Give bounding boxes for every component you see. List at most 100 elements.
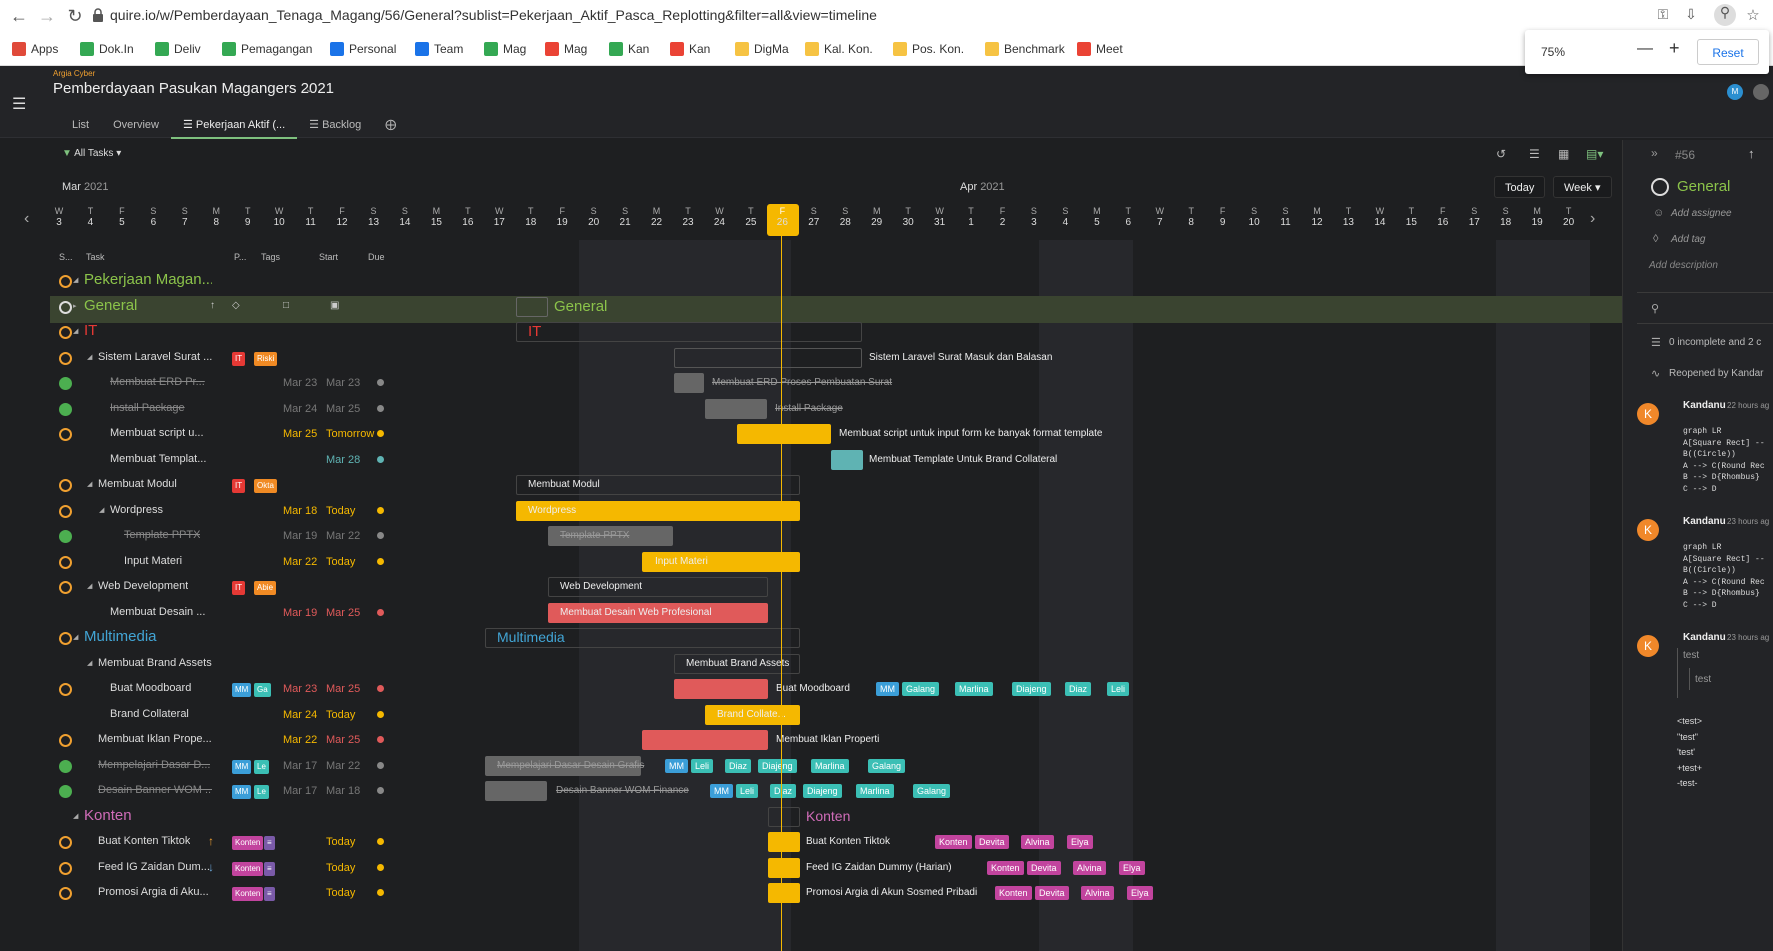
tag[interactable]: Abie [254,581,277,595]
day-12[interactable]: M 15 [426,205,446,229]
start-date[interactable]: Mar 24 [283,403,317,415]
bookmark-12[interactable]: Pos. Kon. [893,42,964,56]
due-date[interactable]: Today [326,836,355,848]
tag[interactable]: Konten [232,836,264,850]
col-start[interactable]: Start [319,252,338,262]
table-row[interactable]: Membuat Desain ... Mar 19 Mar 25 [50,600,412,626]
start-date[interactable]: Mar 22 [283,734,317,746]
star-icon[interactable]: ☆ [1742,6,1764,24]
reload-icon[interactable]: ↻ [64,6,86,27]
day-24[interactable]: S 27 [804,205,824,229]
assignee-chip[interactable]: Leli [736,784,759,798]
table-row[interactable]: Desain Banner WOM ... MM Le Mar 17 Mar 18 [50,778,412,804]
day-2[interactable]: F5 [112,205,132,229]
task-name[interactable]: General [84,297,137,314]
table-row[interactable]: Membuat ERD Pr... Mar 23 Mar 23 [50,370,412,396]
tag[interactable]: ≡ [264,861,275,876]
start-date[interactable]: Mar 23 [283,377,317,389]
assignee-chip[interactable]: Marlina [856,784,894,798]
task-name[interactable]: Template PPTX [124,529,200,541]
assignee-chip[interactable]: Devita [1027,860,1061,875]
start-date[interactable]: Mar 24 [283,709,317,721]
undo-icon[interactable]: ↺ [1496,147,1506,161]
tab-pekerjaan-aktif[interactable]: ☰ Pekerjaan Aktif (... [170,117,298,139]
tab-list[interactable]: List [60,117,101,139]
tab-overview[interactable]: Overview [101,117,171,139]
bookmark-8[interactable]: Kan [609,42,649,56]
expand-icon[interactable]: ◢ [87,582,92,590]
tag[interactable]: ≡ [264,836,275,850]
table-row[interactable]: ◢ Pekerjaan Magan... [50,268,412,294]
due-date[interactable]: Today [326,862,355,874]
day-16[interactable]: F 19 [552,205,572,229]
day-3[interactable]: S6 [143,205,163,229]
task-bar[interactable] [485,781,547,801]
project-title[interactable]: Pemberdayaan Pasukan Magangers 2021 [53,80,334,97]
status-icon[interactable] [59,683,72,696]
day-0[interactable]: W3 [49,205,69,229]
calendar-icon[interactable]: ▣ [330,300,339,311]
assignee-chip[interactable]: Elya [1127,886,1153,900]
bookmark-0[interactable]: Apps [12,42,58,56]
list-icon[interactable]: ☰ [1529,147,1540,161]
day-22[interactable]: T 25 [741,205,761,229]
assignee-chip[interactable]: Konten [987,860,1024,875]
task-name[interactable]: Pekerjaan Magan... [84,271,212,288]
assignee-chip[interactable]: Alvina [1081,886,1114,900]
zoom-in-button[interactable]: + [1669,38,1680,59]
assignee-chip[interactable]: MM [665,758,688,773]
status-icon[interactable] [59,300,72,314]
table-row[interactable]: Input Materi Mar 22 Today [50,549,412,575]
day-20[interactable]: T 23 [678,205,698,229]
tag[interactable]: Ga [254,683,271,697]
day-44[interactable]: F 16 [1433,205,1453,229]
day-14[interactable]: W 17 [489,205,509,229]
task-bar[interactable] [831,449,863,470]
due-date[interactable]: Today [326,556,355,568]
expand-icon[interactable]: ◢ [73,276,78,284]
task-name[interactable]: Membuat ERD Pr... [110,376,205,388]
task-bar[interactable] [768,832,800,852]
col-tags[interactable]: Tags [261,252,280,262]
assignee-chip[interactable]: Marlina [955,682,993,696]
table-row[interactable]: Membuat script u... Mar 25 Tomorrow [50,421,412,447]
day-31[interactable]: S3 [1024,205,1044,229]
day-30[interactable]: F2 [993,205,1013,229]
col-status[interactable]: S... [59,252,73,262]
arrow-up-icon[interactable]: ↑ [1748,146,1755,161]
status-circle[interactable] [1651,178,1669,196]
task-name[interactable]: Sistem Laravel Surat ... [98,351,212,363]
menu-icon[interactable]: ☰ [12,94,26,114]
status-icon[interactable] [59,530,72,543]
assignee-chip[interactable]: Devita [975,835,1009,849]
table-row[interactable]: ◢ Multimedia [50,625,412,651]
assignee-chip[interactable]: Diajeng [803,784,842,798]
lock-icon[interactable] [92,8,104,22]
due-date[interactable]: Mar 22 [326,760,360,772]
bookmark-13[interactable]: Benchmark [985,42,1065,56]
task-name[interactable]: Install Package [110,402,185,414]
assignee-chip[interactable]: Diaz [725,758,752,773]
day-8[interactable]: T 11 [301,205,321,229]
group-bar[interactable] [516,296,548,317]
group-bar[interactable] [674,347,862,368]
day-38[interactable]: S 10 [1244,205,1264,229]
tag[interactable]: ≡ [264,887,275,901]
start-date[interactable]: Mar 17 [283,785,317,797]
day-33[interactable]: M5 [1087,205,1107,229]
start-date[interactable]: Mar 19 [283,530,317,542]
status-icon[interactable] [59,326,72,339]
day-27[interactable]: T 30 [898,205,918,229]
tag[interactable]: MM [232,759,252,774]
avatar[interactable]: M [1727,84,1743,100]
task-bar[interactable] [737,424,831,444]
start-date[interactable]: Mar 17 [283,760,317,772]
due-date[interactable]: Mar 22 [326,530,360,542]
task-name[interactable]: Buat Moodboard [110,682,191,694]
expand-icon[interactable]: ◢ [73,812,78,820]
bookmark-3[interactable]: Pemagangan [222,42,312,56]
task-title[interactable]: General [1677,178,1730,195]
task-name[interactable]: Web Development [98,580,188,592]
tag[interactable]: Konten [232,887,264,901]
assignee-chip[interactable]: Galang [902,682,940,696]
